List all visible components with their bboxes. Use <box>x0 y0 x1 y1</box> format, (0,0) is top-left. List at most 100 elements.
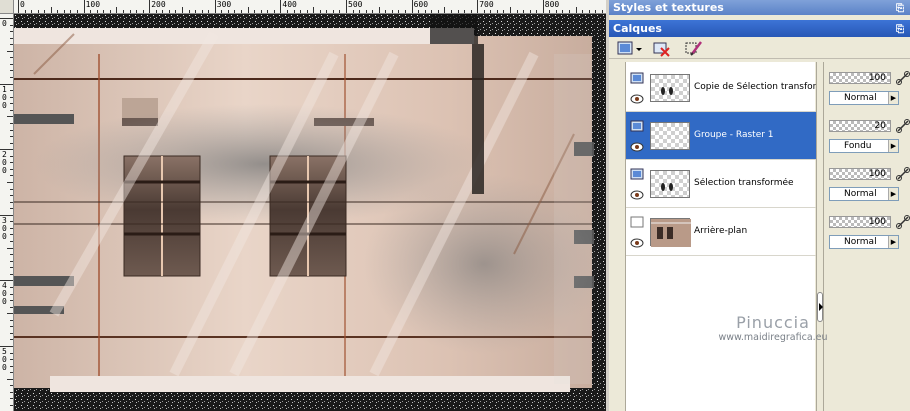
visibility-eye-icon[interactable] <box>630 94 644 104</box>
ruler-tick <box>10 57 13 59</box>
layer-thumbnail <box>650 74 690 102</box>
dropdown-arrow-icon[interactable]: ▶ <box>888 92 898 104</box>
blend-mode-value: Fondu <box>844 141 872 151</box>
ruler-tick <box>595 10 597 13</box>
ruler-tick <box>7 116 13 118</box>
blend-mode-select[interactable]: Normal ▶ <box>829 91 899 105</box>
image-canvas[interactable] <box>14 14 606 411</box>
ruler-tick <box>280 0 282 13</box>
ruler-vertical[interactable]: 0 100 200 300 400 500 <box>0 14 14 411</box>
ruler-tick <box>247 7 249 13</box>
ruler-tick <box>10 293 13 295</box>
opacity-slider[interactable]: 100 <box>829 72 891 84</box>
ruler-tick <box>227 10 229 13</box>
blend-mode-value: Normal <box>844 93 877 103</box>
ruler-tick <box>7 247 13 249</box>
pin-icon[interactable]: ⎘ <box>896 21 904 38</box>
ruler-label: 400 <box>282 0 297 9</box>
ruler-tick <box>10 175 13 177</box>
ruler-tick <box>221 10 223 13</box>
ruler-tick <box>313 7 315 13</box>
ruler-tick <box>378 7 380 13</box>
ruler-tick <box>346 0 347 13</box>
ruler-label: 0 <box>20 0 25 9</box>
dropdown-arrow-icon[interactable]: ▶ <box>888 236 898 248</box>
link-icon[interactable] <box>895 166 910 182</box>
ruler-tick <box>10 201 13 203</box>
ruler-tick <box>0 346 13 347</box>
ruler-tick <box>31 10 33 13</box>
dropdown-arrow-icon[interactable]: ▶ <box>888 188 898 200</box>
visibility-eye-icon[interactable] <box>630 142 644 152</box>
ruler-tick <box>10 273 13 275</box>
layers-toolbar <box>609 37 910 59</box>
ruler-tick <box>483 10 485 13</box>
opacity-slider[interactable]: 20 <box>829 120 891 132</box>
ruler-tick <box>372 10 374 13</box>
ruler-tick <box>575 7 577 13</box>
canvas-area[interactable]: 0 100 200 300 400 500 600 700 800 0 100 200 300 400 5… <box>0 0 606 411</box>
ruler-label: 400 <box>2 281 7 307</box>
pin-icon[interactable]: ⎘ <box>896 1 904 16</box>
visibility-eye-icon[interactable] <box>630 238 644 248</box>
blend-mode-select[interactable]: Normal ▶ <box>829 187 899 201</box>
layer-row[interactable]: Arrière-plan <box>626 208 816 256</box>
layer-name: Arrière-plan <box>694 226 748 236</box>
ruler-tick <box>503 10 505 13</box>
layer-row[interactable]: Copie de Sélection transformée <box>626 64 816 112</box>
ruler-tick <box>234 10 236 13</box>
ruler-tick <box>10 254 13 256</box>
ruler-tick <box>477 0 479 13</box>
layer-prop-row: 100 Normal ▶ <box>825 160 910 208</box>
ruler-tick <box>10 359 13 361</box>
ruler-tick <box>83 0 85 13</box>
ruler-tick <box>10 96 13 98</box>
edit-selection-button[interactable] <box>685 40 705 58</box>
ruler-tick <box>10 352 13 354</box>
ruler-tick <box>254 10 256 13</box>
palette-splitter[interactable] <box>816 62 824 411</box>
ruler-tick <box>588 10 590 13</box>
blend-mode-select[interactable]: Normal ▶ <box>829 235 899 249</box>
ruler-tick <box>175 10 177 13</box>
delete-layer-button[interactable] <box>653 40 673 58</box>
ruler-horizontal[interactable]: 0 100 200 300 400 500 600 700 800 <box>14 0 606 14</box>
ruler-tick <box>10 63 13 65</box>
layer-row[interactable]: Groupe - Raster 1 <box>626 112 816 160</box>
opacity-slider[interactable]: 100 <box>829 216 891 228</box>
app-window: 0 100 200 300 400 500 600 700 800 0 100 200 300 400 5… <box>0 0 910 411</box>
ruler-tick <box>122 10 124 13</box>
ruler-tick <box>10 300 13 302</box>
watermark: Pinuccia www.maidiregrafica.eu <box>673 314 873 344</box>
link-icon[interactable] <box>895 118 910 134</box>
ruler-label: 500 <box>348 0 363 9</box>
ruler-tick <box>77 10 79 13</box>
ruler-tick <box>0 149 13 151</box>
ruler-tick <box>10 129 13 131</box>
dropdown-arrow-icon[interactable]: ▶ <box>888 140 898 152</box>
ruler-tick <box>332 10 334 13</box>
ruler-tick <box>10 77 13 79</box>
layer-row[interactable]: Sélection transformée <box>626 160 816 208</box>
link-icon[interactable] <box>895 214 910 230</box>
ruler-tick <box>7 182 13 183</box>
layer-thumbnail <box>650 170 690 198</box>
new-layer-button[interactable] <box>617 40 642 58</box>
layers-list[interactable]: Copie de Sélection transformée Groupe - R… <box>625 62 816 411</box>
styles-palette-title: Styles et textures <box>613 1 724 14</box>
ruler-tick <box>10 365 13 367</box>
visibility-eye-icon[interactable] <box>630 190 644 200</box>
ruler-tick <box>398 10 400 13</box>
ruler-tick <box>10 208 13 210</box>
styles-palette-titlebar[interactable]: Styles et textures ⎘ <box>609 0 910 15</box>
ruler-tick <box>10 103 13 105</box>
ruler-tick <box>10 391 13 393</box>
link-icon[interactable] <box>895 70 910 86</box>
blend-mode-select[interactable]: Fondu ▶ <box>829 139 899 153</box>
opacity-slider[interactable]: 100 <box>829 168 891 180</box>
ruler-tick <box>195 10 197 13</box>
layer-properties: 100 Normal ▶ 20 Fondu ▶ 100 Normal ▶ 100 Normal ▶ <box>825 62 910 411</box>
layers-palette-titlebar[interactable]: Calques ⎘ <box>609 20 910 37</box>
ruler-tick <box>10 90 13 92</box>
blend-mode-value: Normal <box>844 237 877 247</box>
